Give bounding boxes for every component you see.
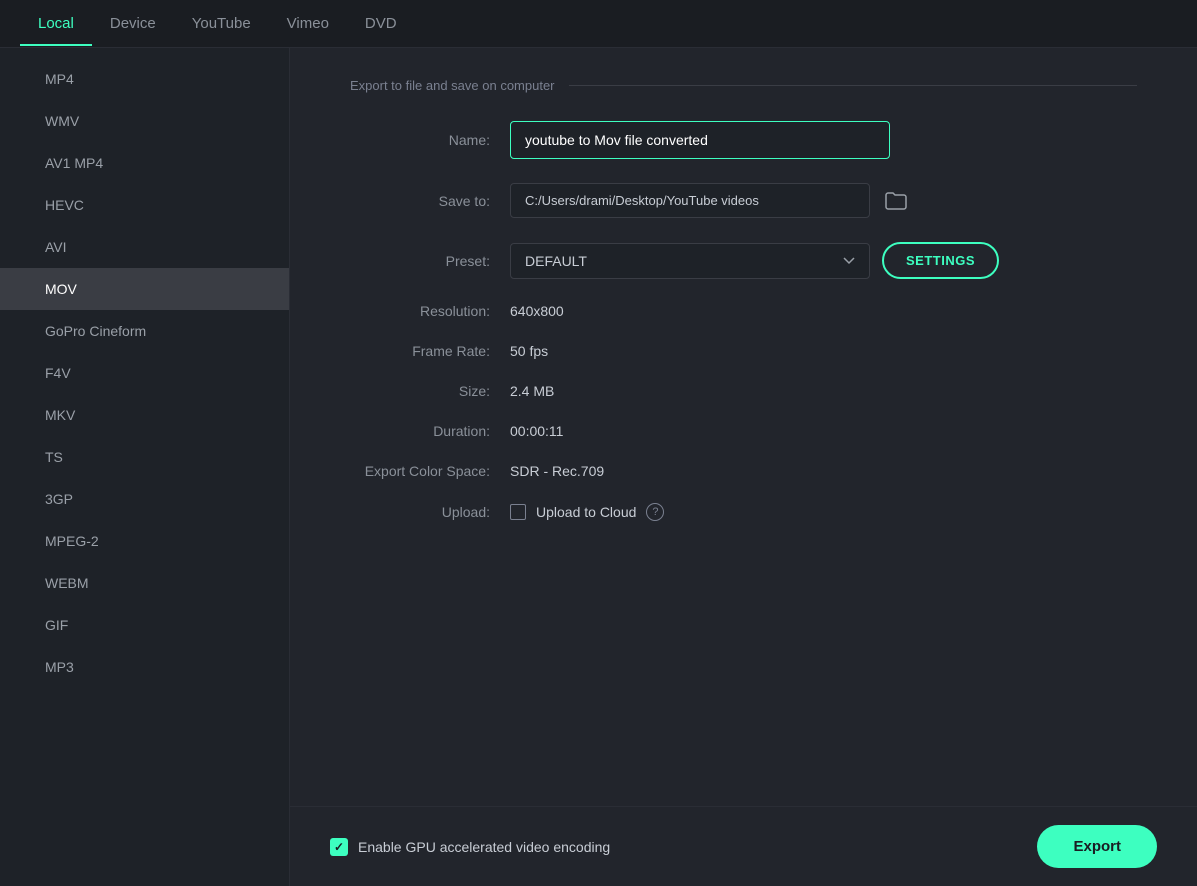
size-label: Size: bbox=[350, 383, 510, 399]
sidebar-item-mp3[interactable]: MP3 bbox=[0, 646, 289, 688]
section-title: Export to file and save on computer bbox=[350, 78, 569, 93]
upload-to-cloud-label: Upload to Cloud bbox=[536, 504, 636, 520]
upload-row: Upload: Upload to Cloud ? bbox=[350, 503, 1137, 521]
save-to-label: Save to: bbox=[350, 193, 510, 209]
frame-rate-row: Frame Rate: 50 fps bbox=[350, 343, 1137, 359]
save-to-path: C:/Users/drami/Desktop/YouTube videos bbox=[510, 183, 870, 218]
sidebar-item-mov[interactable]: MOV bbox=[0, 268, 289, 310]
sidebar-item-f4v[interactable]: F4V bbox=[0, 352, 289, 394]
name-label: Name: bbox=[350, 132, 510, 148]
help-icon[interactable]: ? bbox=[646, 503, 664, 521]
resolution-label: Resolution: bbox=[350, 303, 510, 319]
tab-dvd[interactable]: DVD bbox=[347, 1, 415, 46]
export-content: Export to file and save on computer Name… bbox=[290, 48, 1197, 886]
tab-youtube[interactable]: YouTube bbox=[174, 1, 269, 46]
color-space-label: Export Color Space: bbox=[350, 463, 510, 479]
resolution-row: Resolution: 640x800 bbox=[350, 303, 1137, 319]
tab-local[interactable]: Local bbox=[20, 1, 92, 46]
gpu-checkbox[interactable] bbox=[330, 838, 348, 856]
sidebar-item-webm[interactable]: WEBM bbox=[0, 562, 289, 604]
gpu-label: Enable GPU accelerated video encoding bbox=[358, 839, 610, 855]
sidebar-item-wmv[interactable]: WMV bbox=[0, 100, 289, 142]
bottom-bar: Enable GPU accelerated video encoding Ex… bbox=[290, 806, 1197, 886]
sidebar-item-3gp[interactable]: 3GP bbox=[0, 478, 289, 520]
upload-label: Upload: bbox=[350, 504, 510, 520]
size-row: Size: 2.4 MB bbox=[350, 383, 1137, 399]
resolution-value: 640x800 bbox=[510, 303, 564, 319]
color-space-row: Export Color Space: SDR - Rec.709 bbox=[350, 463, 1137, 479]
name-input[interactable] bbox=[510, 121, 890, 159]
save-to-row: Save to: C:/Users/drami/Desktop/YouTube … bbox=[350, 183, 1137, 218]
folder-icon bbox=[885, 192, 907, 210]
sidebar-item-mkv[interactable]: MKV bbox=[0, 394, 289, 436]
sidebar-item-hevc[interactable]: HEVC bbox=[0, 184, 289, 226]
sidebar-item-gopro[interactable]: GoPro Cineform bbox=[0, 310, 289, 352]
sidebar-item-mp4[interactable]: MP4 bbox=[0, 58, 289, 100]
sidebar-item-av1mp4[interactable]: AV1 MP4 bbox=[0, 142, 289, 184]
section-header: Export to file and save on computer bbox=[350, 78, 1137, 93]
sidebar-item-avi[interactable]: AVI bbox=[0, 226, 289, 268]
preset-row: Preset: DEFAULT Custom SETTINGS bbox=[350, 242, 1137, 279]
preset-select[interactable]: DEFAULT Custom bbox=[510, 243, 870, 279]
upload-container: Upload to Cloud ? bbox=[510, 503, 664, 521]
export-button[interactable]: Export bbox=[1037, 825, 1157, 868]
preset-container: DEFAULT Custom SETTINGS bbox=[510, 242, 999, 279]
upload-to-cloud-checkbox[interactable] bbox=[510, 504, 526, 520]
tab-vimeo[interactable]: Vimeo bbox=[269, 1, 347, 46]
main-layout: MP4 WMV AV1 MP4 HEVC AVI MOV GoPro Cinef… bbox=[0, 48, 1197, 886]
sidebar-item-ts[interactable]: TS bbox=[0, 436, 289, 478]
size-value: 2.4 MB bbox=[510, 383, 554, 399]
frame-rate-value: 50 fps bbox=[510, 343, 548, 359]
color-space-value: SDR - Rec.709 bbox=[510, 463, 604, 479]
duration-value: 00:00:11 bbox=[510, 423, 563, 439]
preset-label: Preset: bbox=[350, 253, 510, 269]
sidebar-item-mpeg2[interactable]: MPEG-2 bbox=[0, 520, 289, 562]
sidebar-item-gif[interactable]: GIF bbox=[0, 604, 289, 646]
folder-browse-button[interactable] bbox=[880, 185, 912, 217]
settings-button[interactable]: SETTINGS bbox=[882, 242, 999, 279]
top-navigation: Local Device YouTube Vimeo DVD bbox=[0, 0, 1197, 48]
duration-label: Duration: bbox=[350, 423, 510, 439]
gpu-row: Enable GPU accelerated video encoding bbox=[330, 838, 610, 856]
section-divider bbox=[569, 85, 1137, 86]
sidebar: MP4 WMV AV1 MP4 HEVC AVI MOV GoPro Cinef… bbox=[0, 48, 290, 886]
name-row: Name: bbox=[350, 121, 1137, 159]
frame-rate-label: Frame Rate: bbox=[350, 343, 510, 359]
tab-device[interactable]: Device bbox=[92, 1, 174, 46]
duration-row: Duration: 00:00:11 bbox=[350, 423, 1137, 439]
save-to-container: C:/Users/drami/Desktop/YouTube videos bbox=[510, 183, 912, 218]
